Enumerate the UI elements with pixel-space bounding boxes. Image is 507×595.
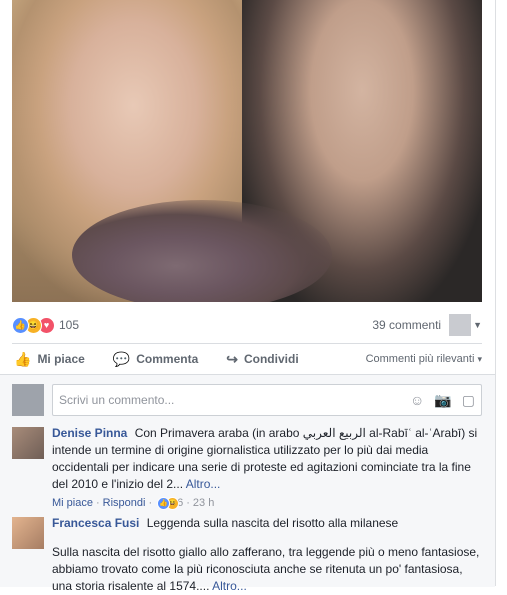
- share-arrow-icon: ↪: [226, 350, 238, 367]
- share-label: Condividi: [243, 352, 299, 366]
- comments-section: Scrivi un commento... ☺ 📷 ▢ Denise Pinna…: [0, 374, 495, 593]
- commenter-avatar[interactable]: [12, 427, 44, 459]
- like-label: Mi piace: [37, 352, 85, 366]
- camera-icon[interactable]: 📷: [434, 392, 451, 409]
- commenter-name[interactable]: Denise Pinna: [52, 426, 127, 440]
- sticker-icon[interactable]: ▢: [462, 392, 475, 409]
- comment-body: Denise Pinna Con Primavera araba (in ara…: [52, 425, 482, 512]
- comment-item: Francesca Fusi Leggenda sulla nascita de…: [12, 515, 482, 595]
- photo-tattoo-arm: [72, 200, 332, 302]
- comment-input[interactable]: Scrivi un commento... ☺ 📷 ▢: [52, 384, 482, 416]
- post-actions: 👍 Mi piace 💬 Commenta ↪ Condividi Commen…: [12, 343, 482, 374]
- comment-headline: Leggenda sulla nascita del risotto alla …: [146, 516, 399, 530]
- sort-label: Commenti più rilevanti: [365, 353, 475, 365]
- comment-body: Francesca Fusi Leggenda sulla nascita de…: [52, 515, 482, 595]
- like-reaction-icon[interactable]: 👍: [12, 316, 29, 334]
- separator: ·: [148, 497, 153, 509]
- comment-placeholder: Scrivi un commento...: [59, 393, 175, 407]
- speech-bubble-icon: 💬: [112, 350, 131, 367]
- comments-sort-dropdown[interactable]: Commenti più rilevanti ▾: [366, 353, 482, 365]
- viewer-avatar[interactable]: [449, 314, 472, 336]
- comment-item: Denise Pinna Con Primavera araba (in ara…: [12, 425, 482, 512]
- comments-count[interactable]: 39 commenti: [372, 318, 441, 332]
- reaction-count[interactable]: 105: [59, 318, 79, 332]
- like-button[interactable]: 👍 Mi piace: [12, 351, 87, 368]
- share-button[interactable]: ↪ Condividi: [224, 351, 300, 368]
- commenter-avatar[interactable]: [12, 517, 44, 549]
- commenter-name[interactable]: Francesca Fusi: [52, 516, 139, 530]
- composer-tools: ☺ 📷 ▢: [410, 392, 475, 409]
- comment-like-link[interactable]: Mi piace: [52, 495, 93, 512]
- separator: ·: [95, 497, 100, 509]
- see-more-link[interactable]: Altro...: [212, 579, 247, 593]
- comment-label: Commenta: [136, 352, 199, 366]
- comment-time[interactable]: 23 h: [193, 495, 214, 512]
- post-photo[interactable]: [12, 0, 482, 302]
- composer-avatar: [12, 384, 44, 416]
- thumbs-up-icon: 👍: [14, 350, 32, 367]
- chevron-down-icon: ▾: [477, 354, 482, 364]
- comment-reactions[interactable]: 👍 😆: [157, 497, 180, 510]
- reactions-summary: 👍 😆 ♥ 105 39 commenti ▼: [12, 314, 482, 336]
- comment-meta: Mi piace · Rispondi · 👍 😆 6 · 23 h: [52, 495, 482, 512]
- separator: ·: [186, 497, 190, 509]
- emoji-icon[interactable]: ☺: [410, 392, 424, 409]
- see-more-link[interactable]: Altro...: [186, 477, 221, 491]
- chevron-down-icon[interactable]: ▼: [473, 320, 482, 330]
- comment-reply-link[interactable]: Rispondi: [103, 495, 146, 512]
- comment-composer: Scrivi un commento... ☺ 📷 ▢: [12, 383, 482, 417]
- comment-button[interactable]: 💬 Commenta: [111, 351, 200, 368]
- post-card: 👍 😆 ♥ 105 39 commenti ▼ 👍 Mi piace 💬 Com…: [0, 0, 496, 593]
